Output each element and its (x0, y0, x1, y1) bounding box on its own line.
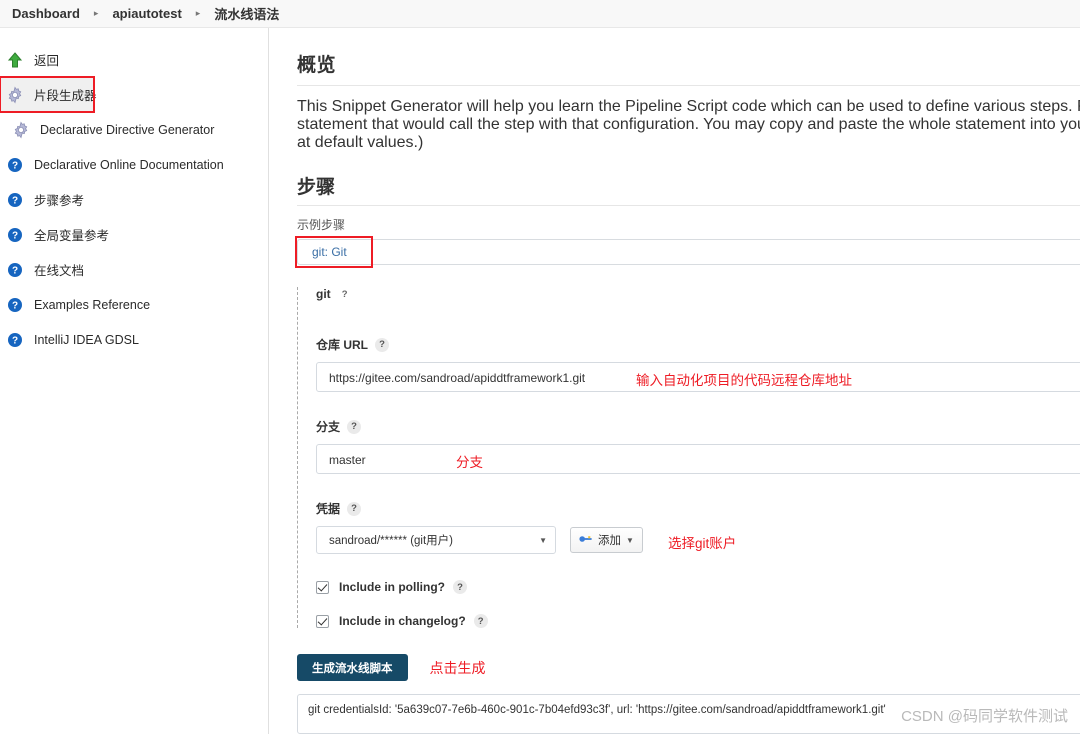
overview-paragraph-line-1: This Snippet Generator will help you lea… (297, 98, 1080, 116)
git-section-label: git ? (316, 287, 1080, 301)
sidebar-item-global-variable-reference[interactable]: ? 全局变量参考 (0, 217, 268, 252)
help-icon[interactable]: ? (473, 614, 488, 628)
include-in-polling-row[interactable]: Include in polling? ? (316, 580, 1080, 594)
help-icon: ? (6, 191, 24, 209)
help-icon[interactable]: ? (453, 580, 467, 594)
sidebar-item-label: 步骤参考 (34, 194, 85, 208)
sidebar-item-label: Examples Reference (34, 297, 151, 312)
sidebar-item-intellij-idea-gdsl[interactable]: ? IntelliJ IDEA GDSL (0, 322, 268, 357)
repo-url-label: 仓库 URL ? (316, 336, 1080, 353)
overview-title: 概览 (297, 55, 337, 76)
breadcrumb-separator-icon: ▸ (93, 8, 99, 18)
overview-paragraph-line-2: statement that would call the step with … (297, 116, 1080, 133)
credentials-label-text: 凭据 (316, 502, 341, 516)
include-in-polling-checkbox[interactable] (316, 580, 329, 594)
divider (297, 205, 1080, 206)
sidebar: 返回 片段生成器 Declarative Directive Generator… (0, 28, 269, 734)
overview-bold-term: Snippet Generator (331, 98, 463, 115)
credentials-annotation: 选择git账户 (668, 536, 737, 551)
chevron-down-icon: ▼ (626, 535, 634, 545)
sidebar-item-label: 片段生成器 (34, 89, 97, 103)
branch-label: 分支 ? (316, 418, 1080, 435)
include-in-changelog-label: Include in changelog? ? (339, 614, 488, 628)
git-step-form: git ? 仓库 URL ? https://gitee.com/sandroa… (297, 287, 1080, 628)
git-label-text: git (316, 287, 331, 301)
add-credentials-button[interactable]: 添加 ▼ (570, 527, 643, 553)
step-select-wrapper: git: Git (295, 236, 1080, 268)
sidebar-item-label: Declarative Directive Generator (40, 122, 215, 137)
help-icon: ? (6, 226, 24, 244)
main-content: 概览 This Snippet Generator will help you … (269, 28, 1080, 734)
gear-icon (12, 121, 30, 139)
include-in-changelog-row[interactable]: Include in changelog? ? (316, 614, 1080, 628)
help-icon[interactable]: ? (375, 337, 389, 352)
credentials-select-value: sandroad/****** (git用户) (329, 535, 454, 547)
generate-row: 生成流水线脚本 点击生成 (287, 654, 1080, 681)
key-icon (579, 534, 593, 547)
breadcrumb: Dashboard ▸ apiautotest ▸ 流水线语法 (0, 0, 1080, 28)
chevron-down-icon: ▼ (539, 535, 547, 545)
credentials-select[interactable]: sandroad/****** (git用户) ▼ (316, 526, 556, 554)
help-icon: ? (6, 331, 24, 349)
help-icon[interactable]: ? (338, 287, 352, 301)
help-icon[interactable]: ? (347, 501, 362, 516)
help-icon: ? (6, 296, 24, 314)
divider (297, 85, 1080, 86)
overview-line1-pre: This (297, 98, 332, 115)
sidebar-item-label: 全局变量参考 (34, 229, 110, 243)
sidebar-item-declarative-online-documentation[interactable]: ? Declarative Online Documentation (0, 147, 268, 182)
up-arrow-icon (6, 51, 24, 69)
svg-text:?: ? (12, 160, 18, 171)
breadcrumb-item-project[interactable]: apiautotest (108, 6, 185, 21)
overview-paragraph: This Snippet Generator will help you lea… (297, 98, 1080, 152)
sidebar-item-snippet-generator[interactable]: 片段生成器 (0, 76, 97, 113)
svg-text:?: ? (12, 195, 18, 206)
help-icon: ? (6, 261, 24, 279)
add-credentials-label: 添加 (598, 535, 621, 547)
sidebar-item-online-documentation[interactable]: ? 在线文档 (0, 252, 268, 287)
svg-text:?: ? (12, 335, 18, 346)
breadcrumb-separator-icon: ▸ (195, 8, 201, 18)
repo-url-input[interactable]: https://gitee.com/sandroad/apiddtframewo… (316, 362, 1080, 392)
overview-line1-rest: will help you learn the Pipeline Script … (466, 98, 1080, 115)
include-in-polling-label: Include in polling? ? (339, 580, 467, 594)
jenkins-pipeline-syntax-page: Dashboard ▸ apiautotest ▸ 流水线语法 返回 片段生成器… (0, 0, 1080, 734)
breadcrumb-item-pipeline-syntax[interactable]: 流水线语法 (210, 4, 283, 23)
sidebar-item-label: IntelliJ IDEA GDSL (34, 332, 139, 347)
generated-script-output[interactable]: git credentialsId: '5a639c07-7e6b-460c-9… (297, 694, 1080, 734)
svg-text:?: ? (12, 300, 18, 311)
sample-step-label: 示例步骤 (297, 218, 346, 232)
svg-text:?: ? (12, 230, 18, 241)
include-in-polling-text: Include in polling? (339, 580, 445, 594)
credentials-row: sandroad/****** (git用户) ▼ 添加 ▼ 选择git账户 (316, 526, 1080, 554)
include-in-changelog-text: Include in changelog? (339, 614, 466, 628)
help-icon: ? (6, 156, 24, 174)
sidebar-item-label: 返回 (34, 54, 60, 68)
sidebar-item-examples-reference[interactable]: ? Examples Reference (0, 287, 268, 322)
repo-url-label-text: 仓库 URL (316, 338, 368, 352)
breadcrumb-item-dashboard[interactable]: Dashboard (8, 6, 84, 21)
sidebar-item-back[interactable]: 返回 (0, 42, 268, 77)
overview-paragraph-line-3: at default values.) (297, 134, 424, 151)
credentials-label: 凭据 ? (316, 500, 1080, 517)
generate-annotation: 点击生成 (429, 659, 486, 676)
branch-input[interactable]: master (316, 444, 1080, 474)
step-select[interactable]: git: Git (297, 239, 1080, 265)
gear-icon (6, 86, 24, 104)
sidebar-item-label: 在线文档 (34, 264, 85, 278)
branch-label-text: 分支 (316, 420, 341, 434)
include-in-changelog-checkbox[interactable] (316, 614, 329, 628)
svg-text:?: ? (12, 265, 18, 276)
help-icon[interactable]: ? (347, 419, 362, 434)
sidebar-item-label: Declarative Online Documentation (34, 157, 224, 172)
steps-title: 步骤 (297, 177, 336, 198)
generate-pipeline-script-button[interactable]: 生成流水线脚本 (297, 654, 408, 681)
sidebar-item-step-reference[interactable]: ? 步骤参考 (0, 182, 268, 217)
sidebar-item-declarative-directive-generator[interactable]: Declarative Directive Generator (0, 112, 268, 147)
